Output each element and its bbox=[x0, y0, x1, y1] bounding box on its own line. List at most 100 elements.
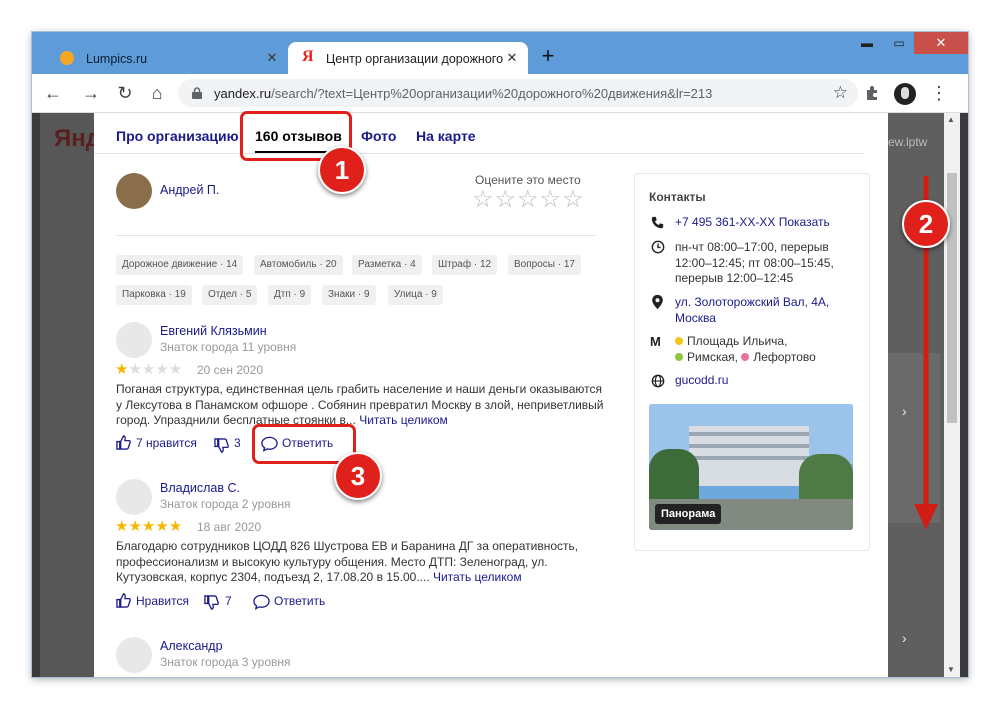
contacts-card: Контакты +7 495 361-XX-XX Показать пн-чт… bbox=[634, 173, 870, 551]
avatar[interactable] bbox=[116, 173, 152, 209]
thumbs-down-icon[interactable] bbox=[214, 438, 229, 453]
url-path: /search/?text=Центр%20организации%20доро… bbox=[271, 86, 713, 101]
callout-badge-2: 2 bbox=[902, 200, 950, 248]
new-tab-button[interactable]: + bbox=[538, 45, 558, 67]
address-link[interactable]: ул. Золоторожский Вал, 4А, Москва bbox=[675, 295, 829, 326]
browser-toolbar: ← → ↻ ⌂ yandex.ru/search/?text=Центр%20о… bbox=[32, 74, 968, 113]
metro-stations: Площадь Ильича, Римская, Лефортово bbox=[675, 334, 816, 365]
filter-chip[interactable]: Вопросы · 17 bbox=[508, 255, 581, 275]
review-author-level: Знаток города 11 уровня bbox=[160, 340, 297, 354]
globe-icon bbox=[651, 374, 665, 388]
website-link[interactable]: gucodd.ru bbox=[675, 373, 728, 389]
puzzle-icon[interactable] bbox=[864, 85, 880, 101]
avatar[interactable] bbox=[116, 637, 152, 673]
profile-avatar[interactable] bbox=[894, 83, 916, 105]
tabs-divider bbox=[94, 153, 864, 154]
filter-chip[interactable]: Дтп · 9 bbox=[268, 285, 312, 305]
background-text: ew.lptw bbox=[888, 135, 928, 149]
review-author-level: Знаток города 3 уровня bbox=[160, 655, 291, 669]
filter-chip[interactable]: Знаки · 9 bbox=[322, 285, 376, 305]
tab-title: Lumpics.ru bbox=[86, 52, 148, 66]
metro-icon: M bbox=[650, 334, 661, 349]
close-window-button[interactable]: ✕ bbox=[914, 32, 968, 54]
reload-icon[interactable]: ↻ bbox=[114, 82, 136, 104]
tab-close-icon[interactable]: ✕ bbox=[264, 50, 280, 66]
panorama-label: Панорама bbox=[655, 504, 722, 524]
callout-badge-3: 3 bbox=[334, 452, 382, 500]
review-rating-stars: ★★★★★ bbox=[115, 518, 183, 535]
read-more-link[interactable]: Читать целиком bbox=[359, 413, 448, 427]
divider bbox=[116, 235, 596, 236]
metro-line-dot bbox=[675, 352, 683, 361]
browser-window: Lumpics.ru ✕ Я Центр организации дорожно… bbox=[32, 32, 968, 677]
comment-icon[interactable] bbox=[253, 594, 270, 610]
filter-chip[interactable]: Штраф · 12 bbox=[432, 255, 498, 275]
avatar[interactable] bbox=[116, 322, 152, 358]
home-icon[interactable]: ⌂ bbox=[146, 82, 168, 104]
contacts-title: Контакты bbox=[649, 190, 706, 204]
rating-stars-input[interactable]: ☆☆☆☆☆ bbox=[472, 185, 585, 214]
lock-icon bbox=[192, 87, 202, 99]
forward-icon[interactable]: → bbox=[80, 82, 102, 104]
metro-line-dot bbox=[741, 352, 750, 361]
filter-chip[interactable]: Улица · 9 bbox=[388, 285, 443, 305]
callout-badge-1: 1 bbox=[318, 146, 366, 194]
thumbs-down-icon[interactable] bbox=[204, 595, 219, 610]
scroll-down-icon[interactable]: ▼ bbox=[947, 665, 955, 674]
review-text: Поганая структура, единственная цель гра… bbox=[116, 382, 604, 427]
avatar[interactable] bbox=[116, 479, 152, 515]
metro-line-dot bbox=[675, 337, 683, 345]
thumbs-up-icon[interactable] bbox=[116, 435, 131, 450]
review-text: Благодарю сотрудников ЦОДД 826 Шустрова … bbox=[116, 539, 579, 584]
organization-panel: Про организацию 160 отзывов Фото На карт… bbox=[94, 113, 888, 677]
like-button[interactable]: Нравится bbox=[136, 594, 189, 608]
review-author-level: Знаток города 2 уровня bbox=[160, 497, 291, 511]
back-icon[interactable]: ← bbox=[42, 82, 64, 104]
review-rating-stars: ★★★★★ bbox=[115, 361, 183, 378]
filter-chip[interactable]: Дорожное движение · 14 bbox=[116, 255, 244, 275]
chevron-right-icon: › bbox=[902, 630, 907, 646]
tab-photos[interactable]: Фото bbox=[361, 128, 396, 144]
phone-link[interactable]: +7 495 361-XX-XX Показать bbox=[675, 215, 830, 231]
minimize-button[interactable]: ▬ bbox=[852, 32, 882, 54]
url-text: yandex.ru/search/?text=Центр%20организац… bbox=[214, 86, 712, 101]
panorama-image[interactable]: Панорама bbox=[649, 404, 853, 530]
filter-chip[interactable]: Разметка · 4 bbox=[352, 255, 422, 275]
title-bar: Lumpics.ru ✕ Я Центр организации дорожно… bbox=[32, 32, 968, 74]
url-host: yandex.ru bbox=[214, 86, 272, 101]
dislike-count[interactable]: 7 bbox=[225, 594, 232, 608]
address-bar[interactable]: yandex.ru/search/?text=Центр%20организац… bbox=[178, 79, 858, 107]
own-author-name[interactable]: Андрей П. bbox=[160, 183, 219, 197]
dislike-count[interactable]: 3 bbox=[234, 436, 241, 450]
review-date: 18 авг 2020 bbox=[197, 520, 262, 534]
filter-chip[interactable]: Отдел · 5 bbox=[202, 285, 258, 305]
phone-icon bbox=[651, 216, 664, 229]
working-hours: пн-чт 08:00–17:00, перерыв 12:00–12:45; … bbox=[675, 240, 834, 285]
tab-lumpics[interactable]: Lumpics.ru ✕ bbox=[48, 42, 288, 74]
filter-chip[interactable]: Автомобиль · 20 bbox=[254, 255, 343, 275]
page-viewport: Янд ew.lptw › › Про организацию 160 отзы… bbox=[32, 113, 968, 677]
clock-icon bbox=[651, 240, 665, 254]
review-author[interactable]: Владислав С. bbox=[160, 481, 240, 495]
tab-yandex[interactable]: Я Центр организации дорожного ✕ bbox=[288, 42, 528, 74]
thumbs-up-icon[interactable] bbox=[116, 593, 131, 608]
background-page-left: Янд bbox=[40, 113, 101, 677]
review-author[interactable]: Евгений Клязьмин bbox=[160, 324, 267, 338]
location-pin-icon bbox=[652, 294, 663, 310]
review-date: 20 сен 2020 bbox=[197, 363, 264, 377]
reply-button[interactable]: Ответить bbox=[274, 594, 325, 608]
menu-icon[interactable]: ⋮ bbox=[928, 82, 950, 104]
tab-close-icon[interactable]: ✕ bbox=[504, 50, 520, 66]
filter-chip[interactable]: Парковка · 19 bbox=[116, 285, 192, 305]
read-more-link[interactable]: Читать целиком bbox=[433, 570, 522, 584]
maximize-button[interactable]: ▭ bbox=[884, 32, 914, 54]
scroll-up-icon[interactable]: ▲ bbox=[947, 115, 955, 124]
like-button[interactable]: 7 нравится bbox=[136, 436, 197, 450]
bookmark-star-icon[interactable]: ☆ bbox=[833, 83, 848, 103]
tab-about[interactable]: Про организацию bbox=[116, 128, 239, 144]
tab-map[interactable]: На карте bbox=[416, 128, 476, 144]
yandex-favicon-icon: Я bbox=[302, 48, 314, 65]
review-author[interactable]: Александр bbox=[160, 639, 223, 653]
lumpics-favicon-icon bbox=[60, 51, 74, 65]
tab-title: Центр организации дорожного bbox=[326, 52, 504, 66]
